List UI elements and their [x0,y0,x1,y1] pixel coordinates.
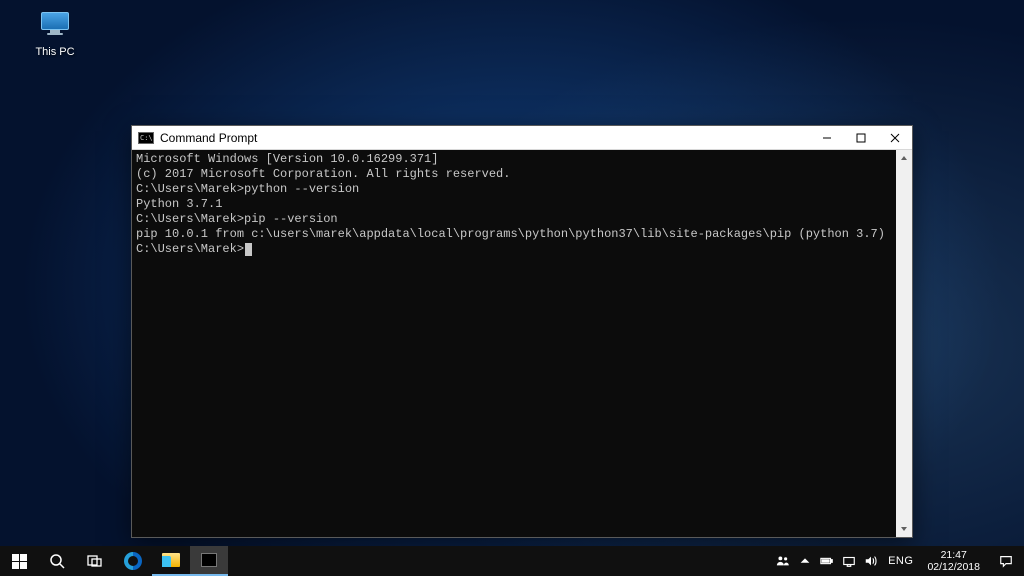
this-pc-icon [38,12,72,42]
scroll-down-button[interactable] [896,521,912,537]
taskbar: ENG 21:47 02/12/2018 [0,546,1024,576]
cmd-icon [201,553,217,567]
search-icon [49,553,65,569]
taskbar-app-edge[interactable] [114,546,152,576]
close-button[interactable] [878,126,912,150]
terminal-output[interactable]: Microsoft Windows [Version 10.0.16299.37… [132,150,896,537]
terminal-line: C:\Users\Marek> [136,242,892,257]
system-tray: ENG 21:47 02/12/2018 [772,546,1024,576]
taskbar-app-file-explorer[interactable] [152,546,190,576]
task-view-icon [87,553,103,569]
chevron-up-icon [798,554,812,568]
search-button[interactable] [38,546,76,576]
clock-date: 02/12/2018 [927,561,980,573]
cmd-icon [138,132,154,144]
start-button[interactable] [0,546,38,576]
command-prompt-window: Command Prompt Microsoft Windows [Versio… [131,125,913,538]
tray-language[interactable]: ENG [882,546,919,576]
desktop[interactable]: This PC Command Prompt Microsoft Windows… [0,0,1024,576]
terminal-line: C:\Users\Marek>pip --version [136,212,892,227]
file-explorer-icon [162,553,180,567]
terminal-line: C:\Users\Marek>python --version [136,182,892,197]
taskbar-app-cmd[interactable] [190,546,228,576]
minimize-button[interactable] [810,126,844,150]
network-icon [842,554,856,568]
terminal-line: Microsoft Windows [Version 10.0.16299.37… [136,152,892,167]
scrollbar[interactable] [896,150,912,537]
language-indicator: ENG [888,555,913,567]
battery-icon [820,554,834,568]
tray-overflow-button[interactable] [794,546,816,576]
titlebar[interactable]: Command Prompt [132,126,912,150]
scroll-track[interactable] [896,166,912,521]
tray-network[interactable] [838,546,860,576]
desktop-icon-this-pc[interactable]: This PC [20,12,90,58]
edge-icon [124,552,142,570]
tray-action-center[interactable] [988,546,1024,576]
tray-people-button[interactable] [772,546,794,576]
scroll-up-button[interactable] [896,150,912,166]
terminal-line: (c) 2017 Microsoft Corporation. All righ… [136,167,892,182]
tray-clock[interactable]: 21:47 02/12/2018 [919,546,988,576]
volume-icon [864,554,878,568]
terminal-line: pip 10.0.1 from c:\users\marek\appdata\l… [136,227,892,242]
maximize-button[interactable] [844,126,878,150]
tray-battery[interactable] [816,546,838,576]
windows-logo-icon [12,554,27,569]
notification-icon [999,554,1013,568]
people-icon [776,554,790,568]
terminal-cursor [245,243,252,256]
desktop-icon-label: This PC [35,46,74,58]
task-view-button[interactable] [76,546,114,576]
tray-volume[interactable] [860,546,882,576]
window-title: Command Prompt [160,131,257,145]
terminal-line: Python 3.7.1 [136,197,892,212]
clock-time: 21:47 [927,549,980,561]
